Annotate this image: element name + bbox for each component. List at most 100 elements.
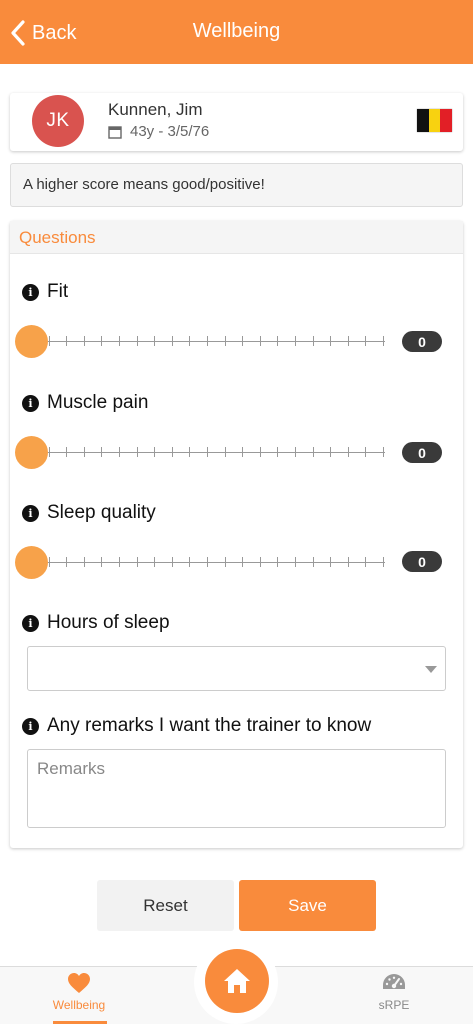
- slider-tick: [48, 447, 50, 457]
- info-icon[interactable]: i: [22, 283, 39, 301]
- save-button[interactable]: Save: [239, 880, 376, 931]
- slider-tick: [330, 557, 332, 567]
- slider-tick: [207, 557, 208, 567]
- belgium-flag-icon: [417, 109, 453, 132]
- calendar-icon: [108, 125, 122, 139]
- slider-tick: [383, 447, 384, 457]
- slider-tick: [295, 557, 296, 567]
- slider-tick: [171, 557, 173, 567]
- page-title: Wellbeing: [192, 20, 281, 42]
- nav-srpe[interactable]: sRPE: [359, 972, 429, 1024]
- slider-tick: [383, 336, 384, 346]
- slider-tick: [171, 336, 173, 346]
- slider-tick: [207, 336, 208, 346]
- slider-tick: [277, 447, 279, 457]
- athlete-card: JK Kunnen, Jim 43y - 3/5/76: [10, 93, 463, 151]
- slider-tick: [242, 557, 244, 567]
- slider-tick: [330, 336, 332, 346]
- slider-tick: [83, 557, 85, 567]
- slider-tick: [242, 336, 244, 346]
- slider-tick: [365, 557, 367, 567]
- muscle-pain-value-badge: 0: [402, 442, 442, 463]
- sleep-quality-value-badge: 0: [402, 551, 442, 572]
- slider-tick: [224, 447, 226, 457]
- slider-tick: [330, 447, 332, 457]
- info-icon[interactable]: i: [22, 614, 39, 632]
- avatar: JK: [32, 95, 84, 147]
- slider-tick: [383, 557, 384, 567]
- info-icon[interactable]: i: [22, 504, 39, 522]
- question-label: Sleep quality: [47, 502, 156, 523]
- slider-tick: [154, 336, 156, 346]
- fit-slider[interactable]: [15, 325, 385, 359]
- slider-tick: [136, 336, 138, 346]
- slider-tick: [277, 336, 279, 346]
- nav-wellbeing[interactable]: Wellbeing: [44, 972, 114, 1024]
- athlete-meta: 43y - 3/5/76: [108, 123, 209, 140]
- slider-tick: [48, 336, 50, 346]
- caret-down-icon: [425, 666, 437, 673]
- slider-tick: [295, 447, 296, 457]
- slider-thumb[interactable]: [15, 436, 48, 469]
- slider-tick: [136, 447, 138, 457]
- slider-tick: [101, 557, 103, 567]
- slider-tick: [347, 336, 349, 346]
- slider-tick: [66, 336, 68, 346]
- slider-tick: [312, 336, 314, 346]
- slider-tick: [171, 447, 173, 457]
- slider-tick: [242, 447, 244, 457]
- muscle-pain-slider[interactable]: [15, 436, 385, 470]
- question-hours-of-sleep: i Hours of sleep: [22, 612, 170, 634]
- slider-tick: [312, 557, 314, 567]
- home-button[interactable]: [205, 949, 269, 1013]
- slider-tick: [207, 447, 208, 457]
- hours-of-sleep-select[interactable]: [27, 646, 446, 691]
- slider-tick: [312, 447, 314, 457]
- slider-tick: [119, 447, 120, 457]
- question-label: Any remarks I want the trainer to know: [47, 715, 372, 736]
- slider-tick: [277, 557, 279, 567]
- top-bar: Back Wellbeing: [0, 0, 473, 64]
- question-remarks: i Any remarks I want the trainer to know: [22, 715, 371, 737]
- slider-tick: [154, 557, 156, 567]
- slider-tick: [295, 336, 296, 346]
- slider-tick: [119, 557, 120, 567]
- slider-tick: [347, 557, 349, 567]
- slider-tick: [224, 336, 226, 346]
- slider-tick: [83, 336, 85, 346]
- slider-tick: [83, 447, 85, 457]
- fit-value-badge: 0: [402, 331, 442, 352]
- slider-tick: [189, 557, 191, 567]
- slider-tick: [259, 447, 261, 457]
- nav-wellbeing-label: Wellbeing: [52, 998, 106, 1012]
- slider-thumb[interactable]: [15, 325, 48, 358]
- athlete-name: Kunnen, Jim: [108, 100, 203, 119]
- sleep-quality-slider[interactable]: [15, 546, 385, 580]
- slider-tick: [119, 336, 120, 346]
- slider-tick: [154, 447, 156, 457]
- slider-tick: [66, 447, 68, 457]
- info-icon[interactable]: i: [22, 717, 39, 735]
- slider-tick: [101, 447, 103, 457]
- info-icon[interactable]: i: [22, 394, 39, 412]
- home-icon: [224, 969, 250, 993]
- nav-srpe-label: sRPE: [378, 998, 410, 1012]
- question-fit: i Fit: [22, 281, 68, 303]
- remarks-textarea[interactable]: [27, 749, 446, 828]
- speedometer-icon: [383, 974, 405, 989]
- slider-tick: [365, 336, 367, 346]
- question-label: Fit: [47, 281, 69, 302]
- question-sleep-quality: i Sleep quality: [22, 502, 156, 524]
- slider-tick: [365, 447, 367, 457]
- slider-tick: [136, 557, 138, 567]
- slider-tick: [101, 336, 103, 346]
- slider-thumb[interactable]: [15, 546, 48, 579]
- reset-button[interactable]: Reset: [97, 880, 234, 931]
- slider-tick: [48, 557, 50, 567]
- slider-tick: [224, 557, 226, 567]
- slider-tick: [66, 557, 68, 567]
- slider-tick: [259, 336, 261, 346]
- question-muscle-pain: i Muscle pain: [22, 392, 148, 414]
- questions-panel: Questions i Fit 0 i Muscle pain 0 i Slee…: [10, 221, 463, 848]
- heart-icon: [68, 973, 90, 993]
